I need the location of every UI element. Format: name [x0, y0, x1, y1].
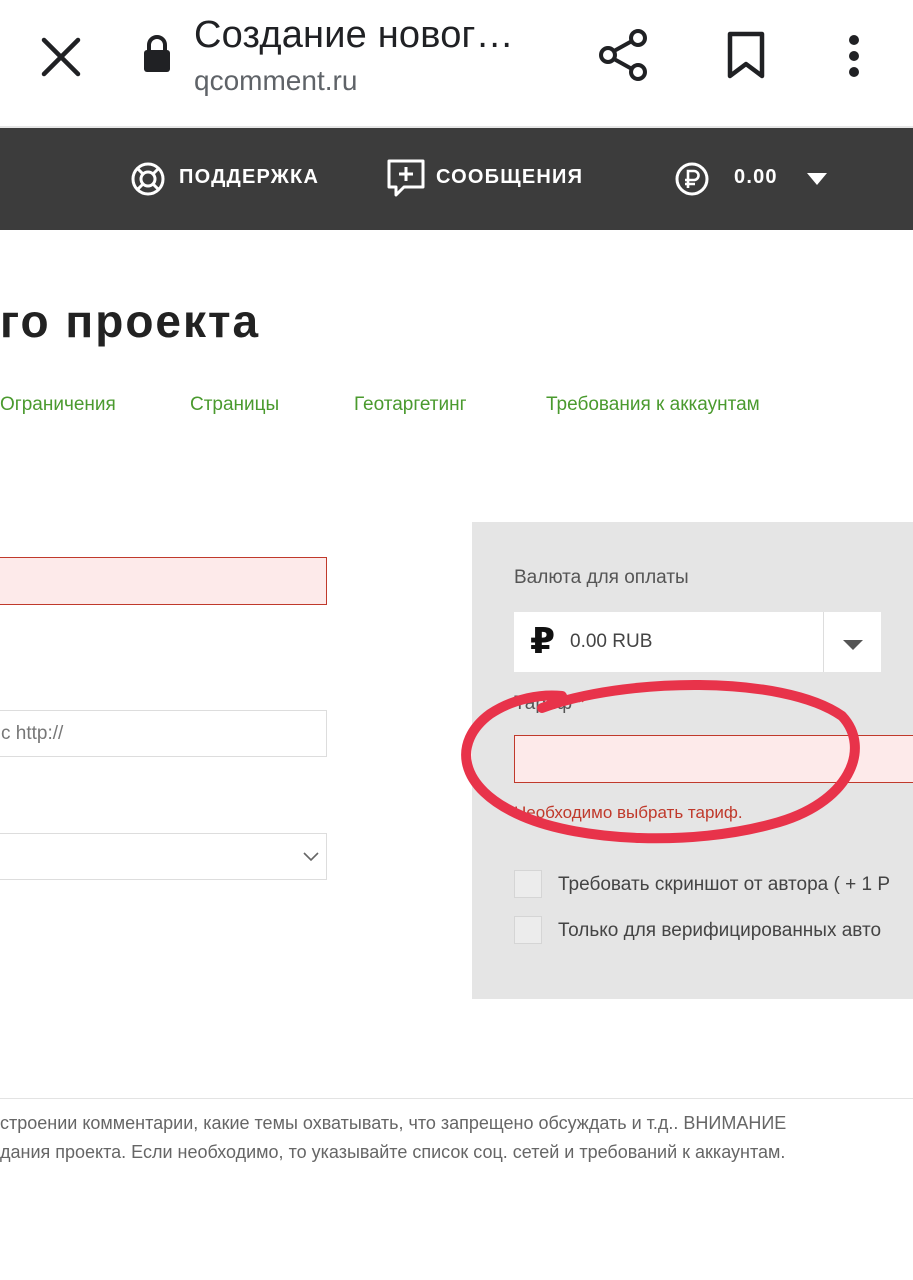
url-input[interactable]: с http://	[0, 710, 327, 757]
verified-checkbox[interactable]	[514, 916, 542, 944]
share-icon[interactable]	[598, 28, 650, 82]
currency-label: Валюта для оплаты	[514, 567, 689, 588]
browser-toolbar: Создание новог… qcomment.ru	[0, 0, 913, 128]
help-text-line-1: строении комментарии, какие темы охватыв…	[0, 1113, 787, 1133]
bookmark-icon[interactable]	[726, 30, 766, 80]
screenshot-checkbox-label[interactable]: Требовать скриншот от автора ( + 1 Р	[558, 874, 890, 896]
tab-geotargeting[interactable]: Геотаргетинг	[354, 394, 467, 416]
chevron-down-icon	[302, 850, 320, 868]
help-text-line-2: дания проекта. Если необходимо, то указы…	[0, 1142, 786, 1162]
project-name-input[interactable]	[0, 557, 327, 605]
lifebuoy-icon	[130, 161, 166, 202]
nav-support-link[interactable]: ПОДДЕРЖКА	[179, 166, 319, 189]
annotation-circle	[452, 676, 862, 857]
site-header: ПОДДЕРЖКА СООБЩЕНИЯ 0.00	[0, 128, 913, 230]
nav-messages-link[interactable]: СООБЩЕНИЯ	[436, 166, 583, 189]
page-title-tab: Создание новог…	[194, 14, 514, 56]
page-heading: го проекта	[0, 295, 261, 347]
ruble-coin-icon	[674, 161, 710, 202]
tab-account-requirements[interactable]: Требования к аккаунтам	[546, 394, 760, 416]
url-input-placeholder: с http://	[1, 723, 64, 744]
balance-value[interactable]: 0.00	[734, 166, 778, 189]
currency-value: 0.00 RUB	[570, 631, 653, 652]
lock-icon	[142, 34, 172, 74]
select-divider	[823, 612, 824, 672]
category-select[interactable]	[0, 833, 327, 880]
ruble-icon: ₽	[530, 620, 556, 661]
chevron-down-icon[interactable]	[842, 638, 864, 656]
message-plus-icon	[386, 158, 426, 203]
screenshot-checkbox[interactable]	[514, 870, 542, 898]
tab-restrictions[interactable]: Ограничения	[0, 394, 116, 416]
footer-divider	[0, 1098, 913, 1099]
currency-select[interactable]: ₽ 0.00 RUB	[514, 612, 881, 672]
chevron-down-icon[interactable]	[806, 172, 828, 191]
url-text[interactable]: qcomment.ru	[194, 65, 357, 97]
more-menu-icon[interactable]	[846, 34, 862, 78]
close-icon[interactable]	[40, 36, 82, 78]
verified-checkbox-label[interactable]: Только для верифицированных авто	[558, 920, 881, 942]
tab-pages[interactable]: Страницы	[190, 394, 279, 416]
